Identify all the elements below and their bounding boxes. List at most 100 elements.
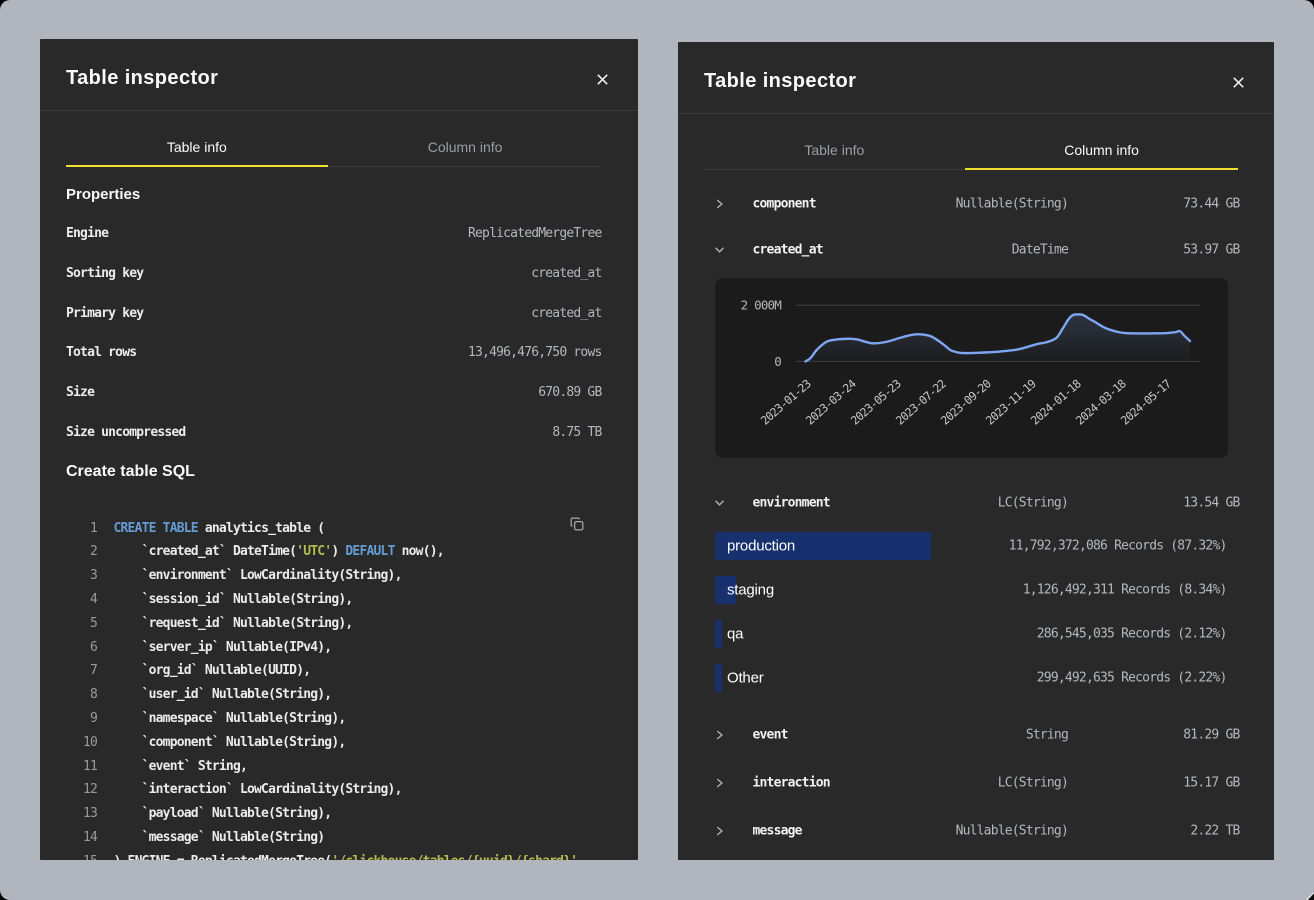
created-at-distribution-chart: 2 000M02023-01-232023-03-242023-05-23202… xyxy=(715,278,1228,458)
table-inspector-modal-column-info: Table inspector Table info Column info c… xyxy=(678,42,1274,860)
column-size: 73.44 GB xyxy=(1183,197,1239,212)
sql-code-line: 15) ENGINE = ReplicatedMergeTree('/click… xyxy=(40,850,638,860)
column-name: created_at xyxy=(753,243,823,258)
line-number: 10 xyxy=(66,731,97,755)
chevron-right-icon[interactable] xyxy=(714,199,725,210)
property-label: Engine xyxy=(66,226,108,241)
y-axis-label: 0 xyxy=(774,354,781,369)
value-bar xyxy=(715,620,722,648)
tab-column-info[interactable]: Column info xyxy=(965,114,1239,170)
sql-code-line: 10 `component` Nullable(String), xyxy=(40,731,638,755)
property-value: 670.89 GB xyxy=(538,385,601,400)
value-bar xyxy=(715,664,722,692)
column-type: LC(String) xyxy=(998,496,1068,511)
close-button[interactable] xyxy=(1224,68,1252,96)
property-value: created_at xyxy=(531,266,601,281)
sql-code-line: 8 `user_id` Nullable(String), xyxy=(40,683,638,707)
sql-code-line: 4 `session_id` Nullable(String), xyxy=(40,588,638,612)
sql-code-line: 9 `namespace` Nullable(String), xyxy=(40,707,638,731)
value-records: 299,492,635 Records (2.22%) xyxy=(1037,671,1227,686)
column-name: message xyxy=(753,824,802,839)
modal-title: Table inspector xyxy=(704,70,856,92)
tab-table-info[interactable]: Table info xyxy=(704,114,965,170)
property-row-sorting-key: Sorting key created_at xyxy=(66,253,602,293)
copy-button[interactable] xyxy=(567,515,587,535)
area-fill xyxy=(806,314,1191,361)
line-number: 14 xyxy=(66,826,97,850)
copy-icon xyxy=(570,517,584,531)
tab-label: Table info xyxy=(167,139,227,155)
column-size: 15.17 GB xyxy=(1183,776,1239,791)
line-number: 7 xyxy=(66,659,97,683)
sql-code-line: 6 `server_ip` Nullable(IPv4), xyxy=(40,636,638,660)
column-row-event[interactable]: event String 81.29 GB xyxy=(678,712,1274,758)
property-value: 13,496,476,750 rows xyxy=(468,345,602,360)
column-type: LC(String) xyxy=(998,776,1068,791)
sql-code-line: 3 `environment` LowCardinality(String), xyxy=(40,564,638,588)
line-number: 13 xyxy=(66,802,97,826)
line-number: 4 xyxy=(66,588,97,612)
property-row-size-uncompressed: Size uncompressed 8.75 TB xyxy=(66,413,602,453)
property-value: created_at xyxy=(531,306,601,321)
value-label: staging xyxy=(727,582,774,599)
sql-code-line: 14 `message` Nullable(String) xyxy=(40,826,638,850)
sql-code-line: 12 `interaction` LowCardinality(String), xyxy=(40,778,638,802)
column-row-created-at[interactable]: created_at DateTime 53.97 GB xyxy=(678,227,1274,273)
column-name: interaction xyxy=(753,776,830,791)
column-type: DateTime xyxy=(1012,243,1068,258)
close-icon xyxy=(597,74,608,85)
environment-value-row-staging: staging 1,126,492,311 Records (8.34%) xyxy=(715,576,1240,604)
tab-label: Column info xyxy=(428,139,503,155)
create-table-sql-heading: Create table SQL xyxy=(66,463,195,481)
chevron-right-icon[interactable] xyxy=(714,778,725,789)
value-records: 286,545,035 Records (2.12%) xyxy=(1037,627,1227,642)
tab-table-info[interactable]: Table info xyxy=(66,111,328,167)
area-chart-svg: 2 000M02023-01-232023-03-242023-05-23202… xyxy=(715,278,1228,458)
tab-column-info[interactable]: Column info xyxy=(328,111,603,167)
line-number: 6 xyxy=(66,636,97,660)
environment-value-row-other: Other 299,492,635 Records (2.22%) xyxy=(715,664,1240,692)
tab-label: Table info xyxy=(804,142,864,158)
column-row-interaction[interactable]: interaction LC(String) 15.17 GB xyxy=(678,760,1274,806)
y-axis-label: 2 000M xyxy=(741,298,782,313)
chevron-right-icon[interactable] xyxy=(714,730,725,741)
value-label: production xyxy=(727,538,795,555)
line-number: 9 xyxy=(66,707,97,731)
column-row-component[interactable]: component Nullable(String) 73.44 GB xyxy=(678,181,1274,227)
property-row-size: Size 670.89 GB xyxy=(66,373,602,413)
column-name: event xyxy=(753,728,788,743)
tab-bar: Table info Column info xyxy=(704,114,1239,170)
sql-code-line: 11 `event` String, xyxy=(40,755,638,779)
property-label: Primary key xyxy=(66,306,143,321)
column-name: component xyxy=(753,197,816,212)
environment-value-row-production: production 11,792,372,086 Records (87.32… xyxy=(715,532,1240,560)
value-records: 11,792,372,086 Records (87.32%) xyxy=(1009,539,1227,554)
sql-code-block: 1CREATE TABLE analytics_table (2 `create… xyxy=(40,517,638,860)
chevron-down-icon[interactable] xyxy=(714,245,725,256)
property-label: Total rows xyxy=(66,345,136,360)
modal-title: Table inspector xyxy=(66,67,218,89)
properties-heading: Properties xyxy=(66,186,140,203)
tab-bar: Table info Column info xyxy=(66,111,603,167)
property-label: Size xyxy=(66,385,94,400)
column-size: 13.54 GB xyxy=(1183,496,1239,511)
sql-code-line: 5 `request_id` Nullable(String), xyxy=(40,612,638,636)
chevron-right-icon[interactable] xyxy=(714,826,725,837)
chevron-down-icon[interactable] xyxy=(714,498,725,509)
line-number: 12 xyxy=(66,778,97,802)
mouse-cursor xyxy=(1302,890,1314,900)
value-records: 1,126,492,311 Records (8.34%) xyxy=(1023,583,1227,598)
screen-background: Table inspector Table info Column info P… xyxy=(0,0,1314,900)
modal-header: Table inspector xyxy=(678,42,1274,113)
column-name: environment xyxy=(753,496,830,511)
sql-code-line: 13 `payload` Nullable(String), xyxy=(40,802,638,826)
column-row-environment[interactable]: environment LC(String) 13.54 GB xyxy=(678,480,1274,526)
line-number: 15 xyxy=(66,850,97,860)
property-row-total-rows: Total rows 13,496,476,750 rows xyxy=(66,333,602,373)
sql-code-line: 2 `created_at` DateTime('UTC') DEFAULT n… xyxy=(40,540,638,564)
column-type: String xyxy=(1026,728,1068,743)
property-label: Sorting key xyxy=(66,266,143,281)
close-button[interactable] xyxy=(588,65,616,93)
column-row-message[interactable]: message Nullable(String) 2.22 TB xyxy=(678,808,1274,854)
column-size: 81.29 GB xyxy=(1183,728,1239,743)
